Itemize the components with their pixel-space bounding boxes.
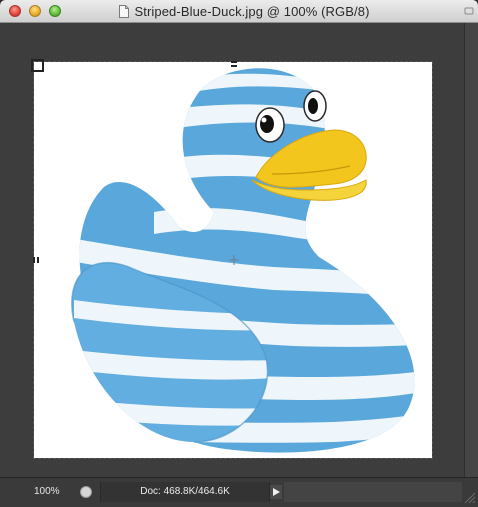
document-info[interactable]: Doc: 468.8K/464.6K xyxy=(100,482,270,502)
image-canvas[interactable] xyxy=(31,59,433,459)
window-title: Striped-Blue-Duck.jpg @ 100% (RGB/8) xyxy=(134,3,370,19)
duck-image xyxy=(71,68,415,453)
status-menu-icon[interactable] xyxy=(80,486,92,498)
zoom-level-field[interactable]: 100% xyxy=(6,485,70,499)
titlebar-grip-icon xyxy=(464,7,474,15)
document-icon xyxy=(118,4,129,18)
title-area: Striped-Blue-Duck.jpg @ 100% (RGB/8) xyxy=(0,0,478,22)
document-window: Striped-Blue-Duck.jpg @ 100% (RGB/8) 100… xyxy=(0,0,478,507)
title-bar[interactable]: Striped-Blue-Duck.jpg @ 100% (RGB/8) xyxy=(0,0,478,23)
resize-grip-icon[interactable] xyxy=(462,485,476,505)
horizontal-scrollbar[interactable] xyxy=(284,482,462,502)
status-menu-arrow-icon[interactable] xyxy=(270,485,282,499)
edge-handle-right[interactable] xyxy=(34,256,42,264)
vertical-scrollbar[interactable] xyxy=(464,23,478,477)
status-bar: 100% Doc: 468.8K/464.6K xyxy=(0,477,478,507)
edge-handle-bottom[interactable] xyxy=(230,62,238,70)
corner-handle-bottom-right[interactable] xyxy=(34,62,44,72)
